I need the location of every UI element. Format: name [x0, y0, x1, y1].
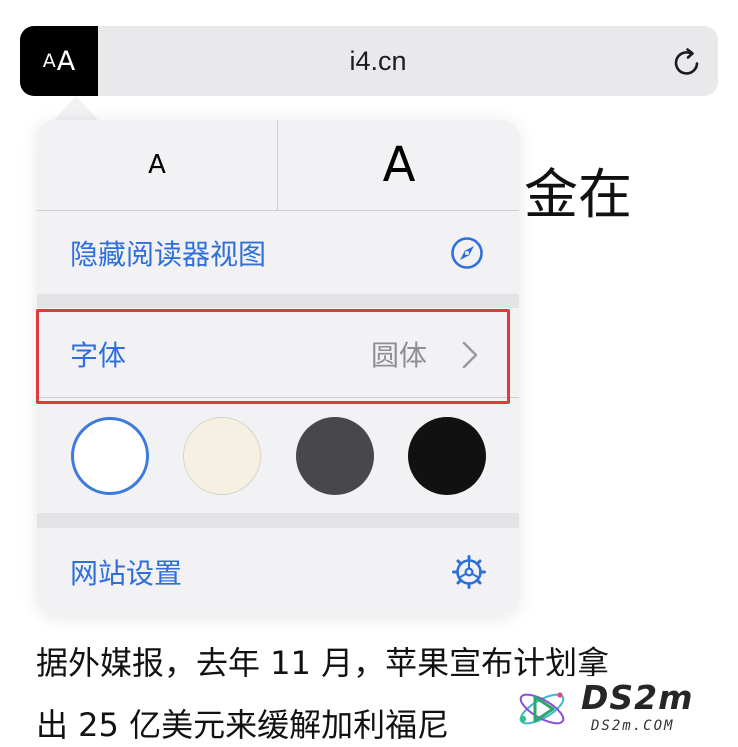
theme-black-swatch[interactable]	[408, 417, 486, 495]
theme-sepia-swatch[interactable]	[183, 417, 261, 495]
hide-reader-view-label: 隐藏阅读器视图	[70, 238, 267, 271]
increase-font-button[interactable]: A	[279, 120, 519, 210]
section-separator	[37, 513, 519, 528]
watermark-logo-icon	[519, 692, 565, 725]
section-separator	[37, 294, 519, 308]
text-size-button[interactable]: A A	[20, 26, 98, 96]
aa-large-glyph: A	[56, 45, 76, 77]
gear-icon	[452, 555, 486, 589]
watermark-subtitle: DS2m.COM	[591, 718, 675, 734]
decrease-font-button[interactable]: A	[37, 120, 277, 210]
theme-white-swatch[interactable]	[71, 417, 149, 495]
watermark: DS2m DS2m.COM	[505, 676, 730, 742]
compass-icon	[451, 237, 483, 269]
safari-reader-page: A A i4.cn 金在 据外媒报，去年 11 月，苹果宣布计划拿 出 25 亿…	[0, 0, 738, 747]
article-line-2: 出 25 亿美元来缓解加利福尼	[36, 706, 450, 744]
article-heading-fragment: 金在	[524, 163, 632, 226]
hide-reader-view-row[interactable]: 隐藏阅读器视图	[37, 211, 519, 294]
watermark-title: DS2m	[581, 678, 694, 717]
popover-arrow	[54, 96, 98, 120]
address-bar[interactable]: A A i4.cn	[20, 26, 718, 96]
font-size-row: A A	[37, 120, 519, 210]
url-text[interactable]: i4.cn	[98, 26, 658, 96]
theme-gray-swatch[interactable]	[296, 417, 374, 495]
reload-icon[interactable]	[670, 45, 704, 79]
website-settings-label: 网站设置	[70, 557, 183, 590]
font-size-divider	[277, 120, 278, 210]
website-settings-row[interactable]: 网站设置	[37, 528, 519, 615]
aa-small-glyph: A	[42, 50, 56, 72]
highlight-annotation-box	[36, 309, 510, 404]
